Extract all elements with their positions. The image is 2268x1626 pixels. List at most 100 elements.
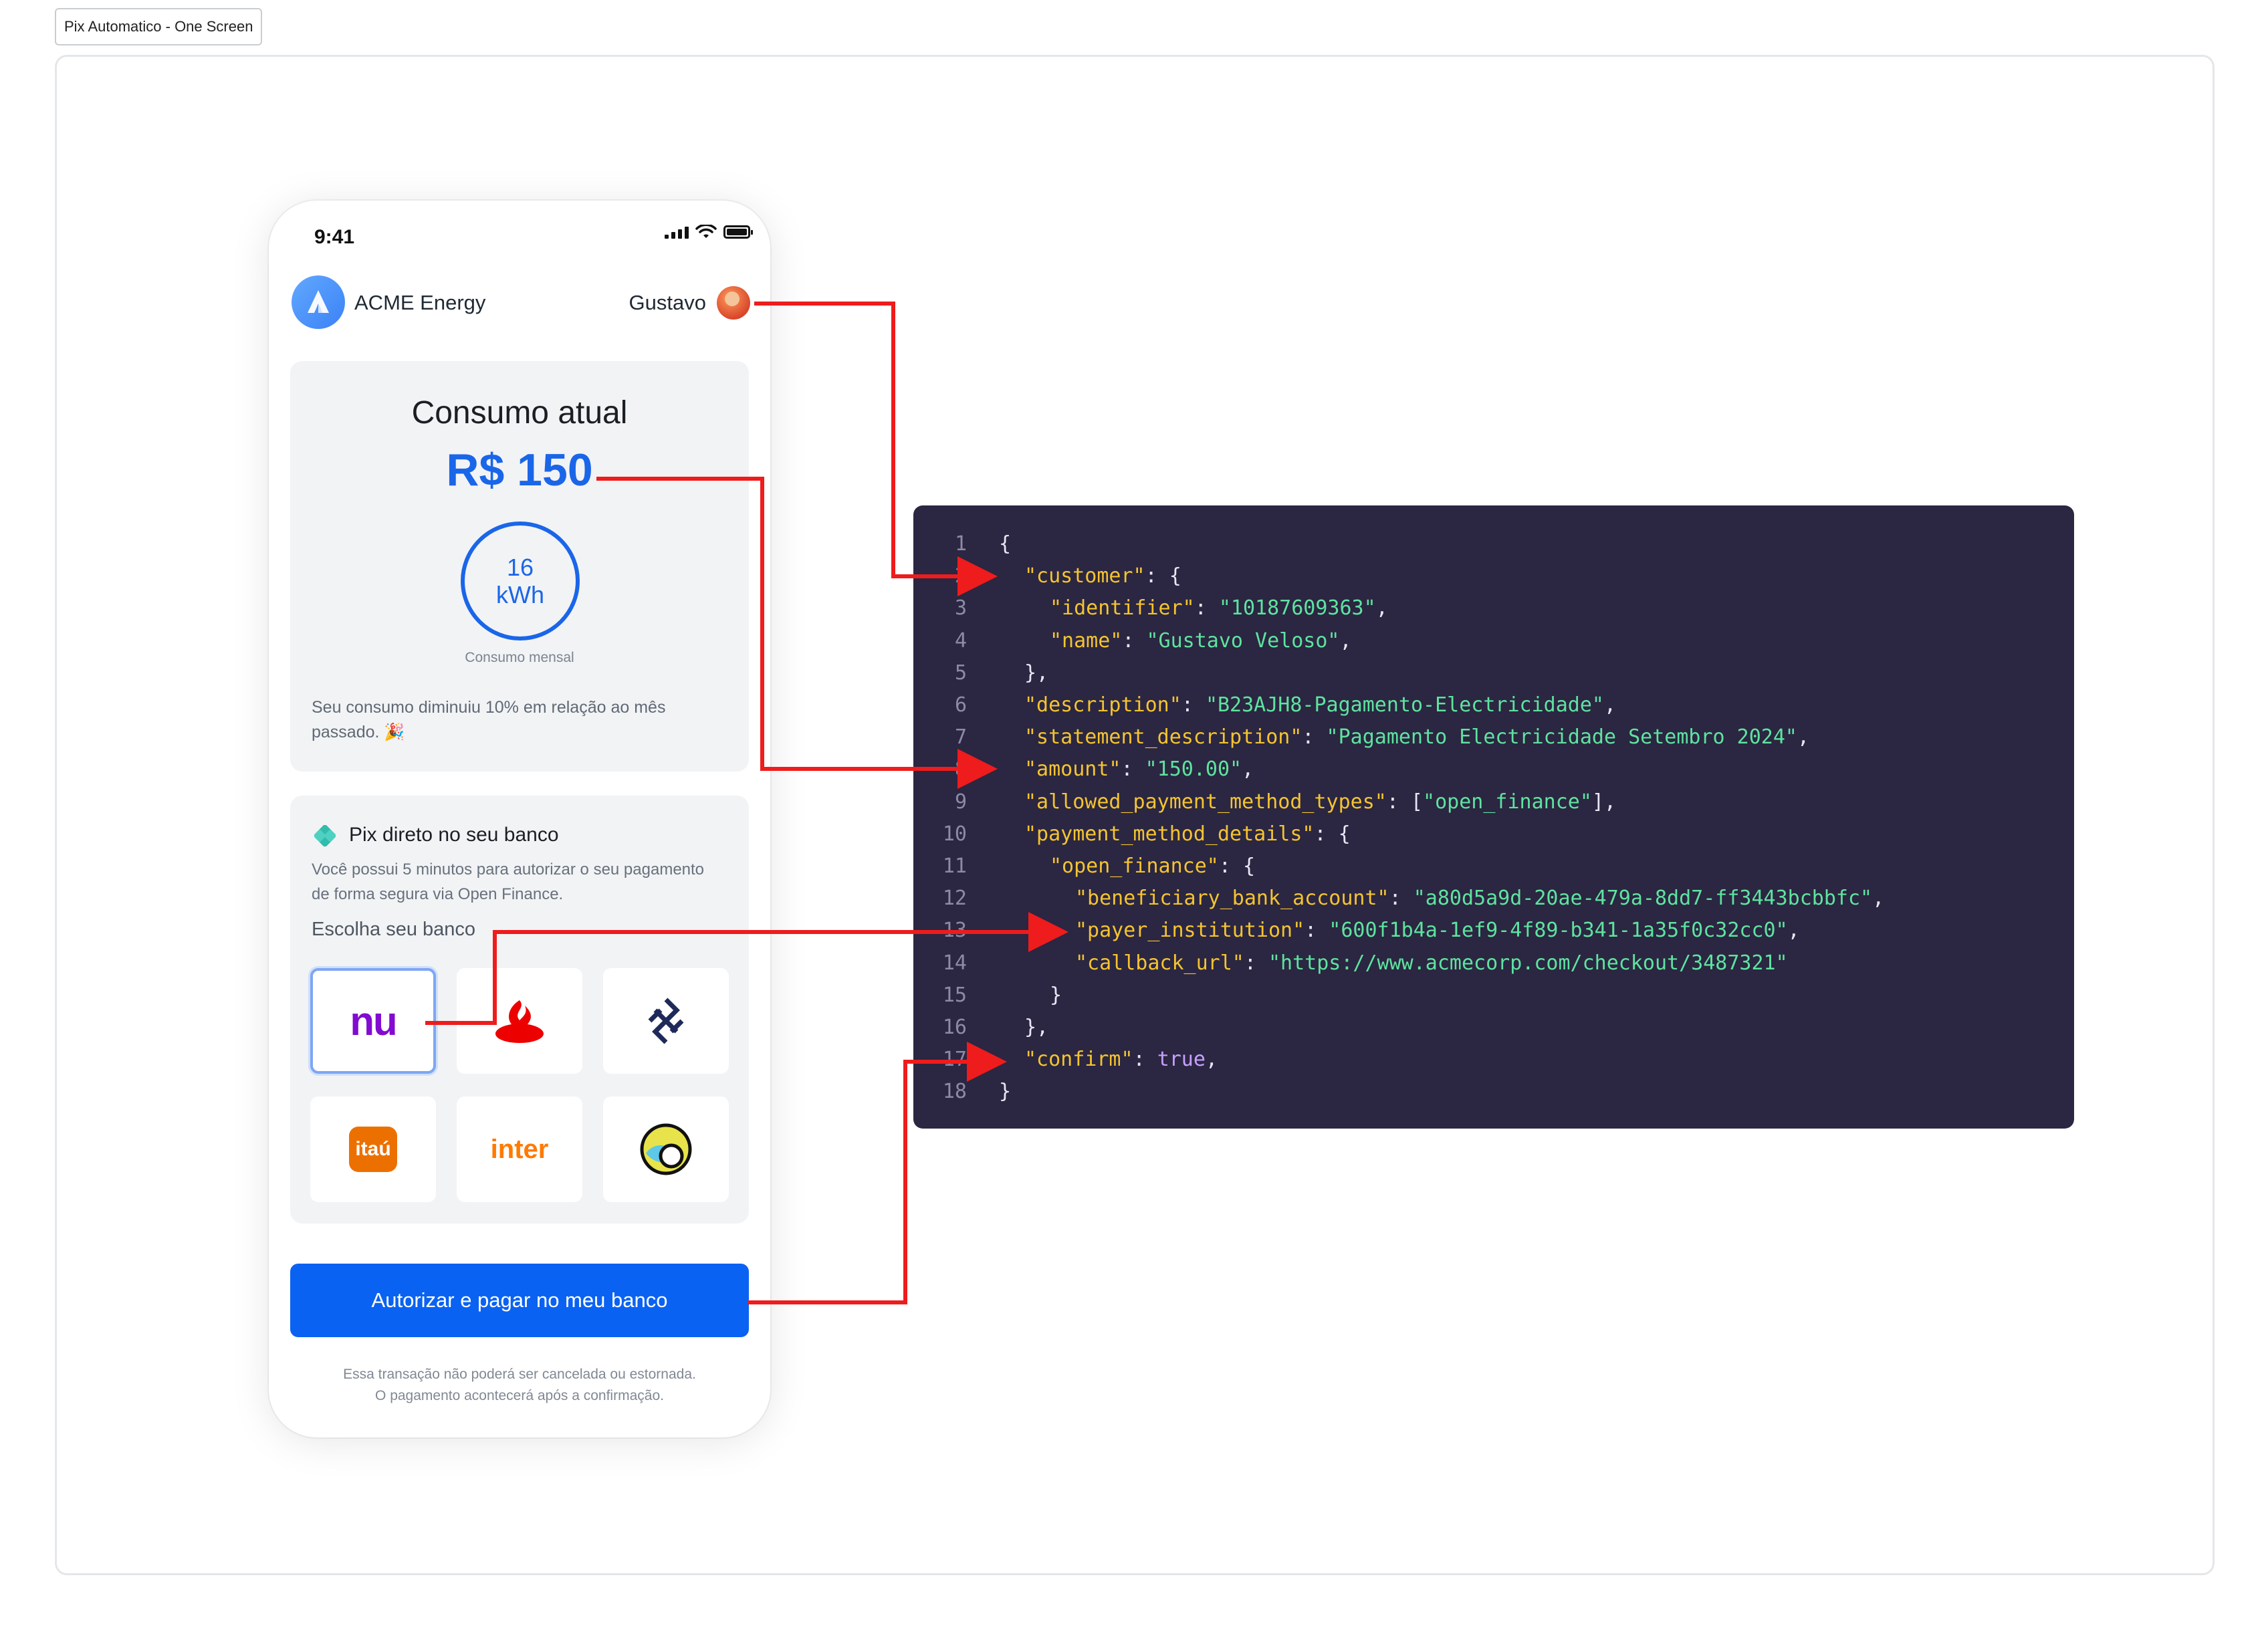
json-punctuation: },: [1024, 1016, 1049, 1039]
code-line: 16},: [913, 1012, 2074, 1044]
code-line: 18}: [913, 1076, 2074, 1108]
code-line: 17 "confirm": true,: [913, 1044, 2074, 1076]
kwh-ring: 16 kWh: [461, 521, 580, 641]
code-line: 6 "description": "B23AJH8-Pagamento-Elect…: [913, 689, 2074, 721]
code-line: 9 "allowed_payment_method_types": ["open_…: [913, 786, 2074, 818]
json-key: "callback_url": [1075, 951, 1244, 975]
line-number: 10: [942, 822, 967, 846]
line-number: 8: [954, 758, 967, 782]
bank-tile-santander[interactable]: [457, 968, 582, 1074]
kwh-unit: kWh: [496, 581, 544, 608]
json-string: "open_finance": [1423, 790, 1592, 814]
line-number: 17: [942, 1048, 967, 1072]
json-punctuation: ],: [1591, 790, 1617, 814]
json-punctuation: ,: [1339, 628, 1352, 653]
json-punctuation: :: [1121, 758, 1145, 782]
code-text: },: [1024, 657, 1048, 689]
json-punctuation: ,: [1375, 596, 1388, 620]
json-punctuation: ,: [1242, 758, 1254, 782]
code-line: 12 "beneficiary_bank_account": "a80d5a9d-…: [913, 883, 2074, 915]
json-punctuation: ,: [1787, 919, 1800, 943]
line-number: 5: [954, 661, 967, 685]
line-number: 1: [954, 532, 967, 556]
battery-icon: [723, 225, 753, 239]
line-number: 13: [942, 919, 967, 943]
bank-tile-nubank[interactable]: nu: [310, 968, 436, 1074]
wifi-icon: [695, 225, 717, 238]
code-text: }: [999, 1076, 1011, 1108]
pix-icon: [314, 825, 336, 846]
line-number: 4: [954, 628, 967, 653]
code-text: "payer_institution": "600f1b4a-1ef9-4f89…: [1075, 915, 1800, 947]
line-number: 9: [954, 790, 967, 814]
authorize-pay-button[interactable]: Autorizar e pagar no meu banco: [290, 1264, 749, 1337]
json-key: "description": [1024, 693, 1181, 717]
bank-tile-itau[interactable]: itaú: [310, 1096, 436, 1202]
json-key: "payment_method_details": [1024, 822, 1315, 846]
footnote-line-2: O pagamento acontecerá após a confirmaçã…: [375, 1388, 664, 1403]
json-punctuation: :: [1244, 951, 1268, 975]
line-number: 15: [942, 983, 967, 1007]
json-string: "Pagamento Electricidade Setembro 2024": [1326, 725, 1797, 749]
bank-tile-banco-do-brasil[interactable]: [603, 968, 729, 1074]
json-punctuation: ,: [1205, 1048, 1218, 1072]
code-line: 14 "callback_url": "https://www.acmecorp.…: [913, 947, 2074, 979]
signal-icon: [665, 225, 689, 239]
line-number: 14: [942, 951, 967, 975]
json-string: "Gustavo Veloso": [1146, 628, 1340, 653]
json-punctuation: :: [1133, 1048, 1157, 1072]
footnote-line-1: Essa transação não poderá ser cancelada …: [343, 1367, 696, 1382]
brand-name: ACME Energy: [354, 291, 486, 314]
code-line: 3 "identifier": "10187609363",: [913, 592, 2074, 624]
code-text: "beneficiary_bank_account": "a80d5a9d-20…: [1075, 883, 1884, 915]
code-text: "identifier": "10187609363",: [1050, 592, 1388, 624]
kwh-value: 16: [506, 553, 534, 581]
pix-title: Pix direto no seu banco: [349, 824, 559, 846]
line-number: 6: [954, 693, 967, 717]
json-key: "open_finance": [1050, 854, 1219, 878]
consumption-note: Seu consumo diminuiu 10% em relação ao m…: [312, 698, 666, 741]
json-key: "identifier": [1050, 596, 1195, 620]
json-punctuation: ,: [1872, 887, 1885, 911]
status-time: 9:41: [314, 226, 355, 248]
code-text: }: [1050, 979, 1062, 1012]
consumption-card: Consumo atual R$ 150 16 kWh Consumo mens…: [290, 361, 749, 772]
code-line: 11 "open_finance": {: [913, 850, 2074, 883]
json-string: "150.00": [1145, 758, 1242, 782]
code-line: 1{: [913, 528, 2074, 560]
code-text: "description": "B23AJH8-Pagamento-Electr…: [1024, 689, 1616, 721]
code-text: "statement_description": "Pagamento Elec…: [1024, 721, 1809, 753]
avatar[interactable]: [717, 286, 750, 320]
json-punctuation: :: [1194, 596, 1219, 620]
json-key: "allowed_payment_method_types": [1024, 790, 1387, 814]
json-string: "10187609363": [1218, 596, 1376, 620]
acme-logo-icon: [292, 275, 345, 329]
code-text: "confirm": true,: [1024, 1044, 1218, 1076]
code-text: {: [999, 528, 1011, 560]
json-punctuation: }: [999, 1080, 1012, 1104]
json-key: "customer": [1024, 564, 1145, 588]
code-text: "amount": "150.00",: [1024, 753, 1254, 786]
code-line: 5},: [913, 657, 2074, 689]
code-text: "open_finance": {: [1050, 850, 1255, 883]
footnote: Essa transação não poderá ser cancelada …: [269, 1364, 770, 1407]
json-punctuation: : {: [1218, 854, 1256, 878]
json-key: "name": [1050, 628, 1123, 653]
pix-card: Pix direto no seu banco Você possui 5 mi…: [290, 796, 749, 1224]
phone-mockup: 9:41 ACME Energy Gustavo Consumo atual R…: [269, 201, 770, 1437]
json-punctuation: ,: [1797, 725, 1810, 749]
code-panel: 1{2 "customer": {3 "identifier": "10187609…: [913, 505, 2074, 1129]
kwh-caption: Consumo mensal: [465, 650, 574, 665]
code-text: "payment_method_details": {: [1024, 818, 1351, 850]
code-text: "allowed_payment_method_types": ["open_f…: [1024, 786, 1616, 818]
line-number: 12: [942, 887, 967, 911]
code-line: 13 "payer_institution": "600f1b4a-1ef9-4f…: [913, 915, 2074, 947]
json-key: "amount": [1024, 758, 1121, 782]
banco-do-brasil-logo-icon: [648, 998, 684, 1044]
line-number: 2: [954, 564, 967, 588]
bank-tile-c6[interactable]: [603, 1096, 729, 1202]
code-text: },: [1024, 1012, 1048, 1044]
status-icons: [665, 225, 753, 239]
bank-tile-inter[interactable]: inter: [457, 1096, 582, 1202]
json-punctuation: :: [1302, 725, 1327, 749]
